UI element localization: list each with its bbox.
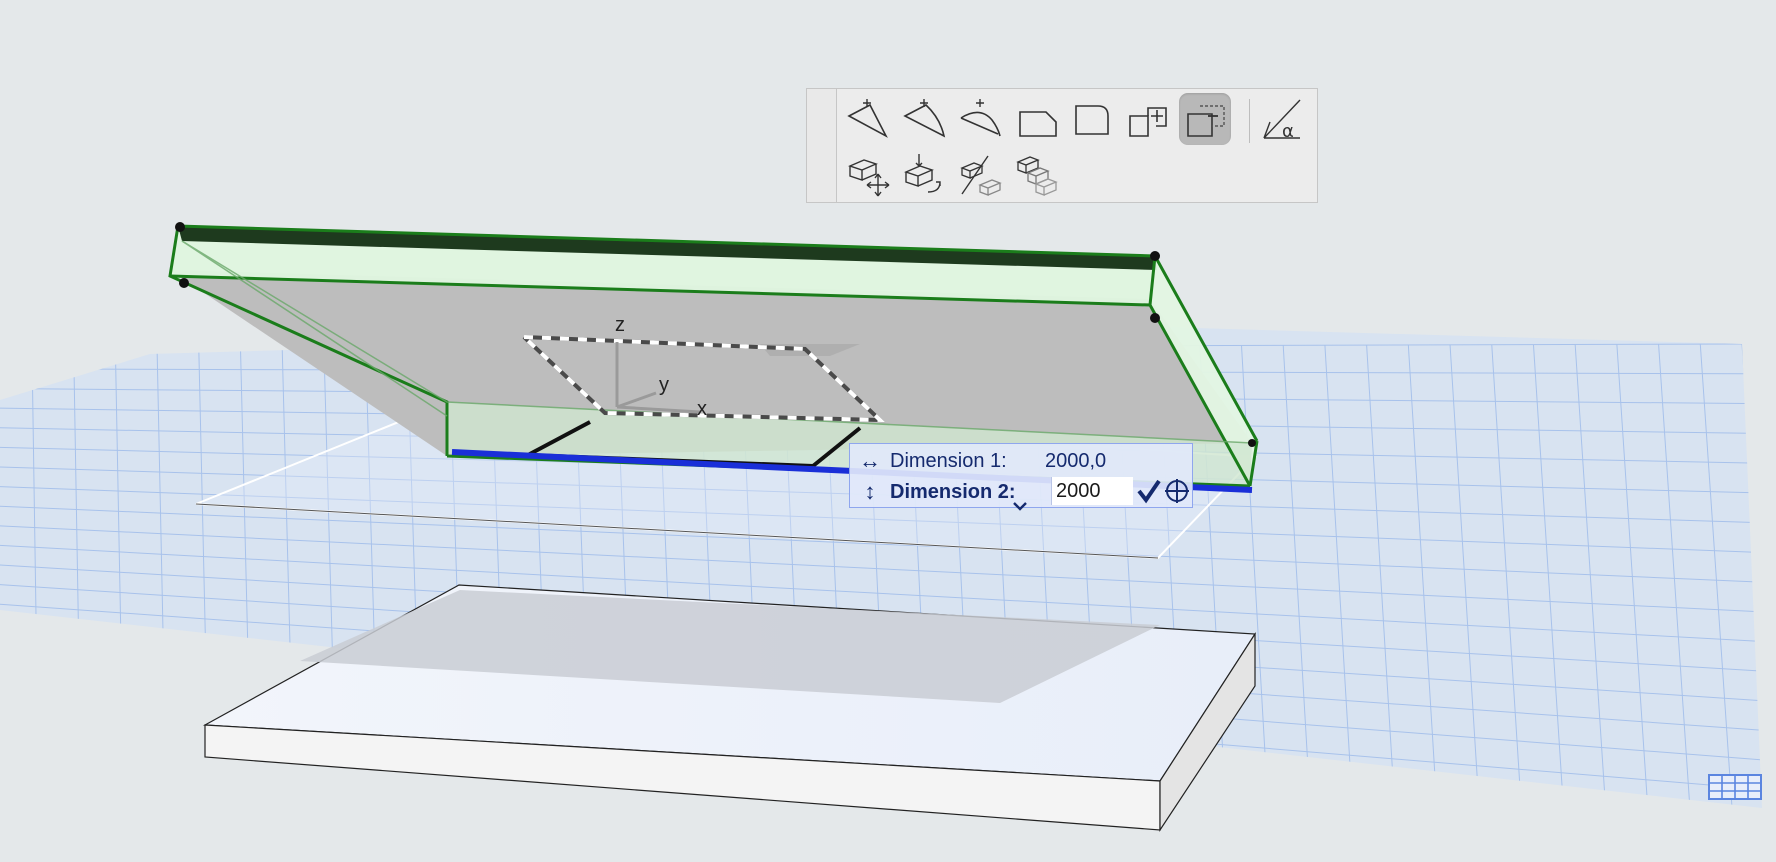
axis-label-x: x — [697, 398, 707, 420]
vertical-arrow-icon: ↕ — [864, 479, 876, 504]
dimension-1-row: ↔ Dimension 1: 2000,0 — [850, 446, 1106, 476]
pet-palette: α — [806, 88, 1318, 203]
axis-label-z: z — [615, 314, 625, 336]
add-to-polygon-icon[interactable] — [1123, 93, 1175, 145]
dimension-2-input[interactable] — [1051, 477, 1133, 505]
corner-chamfer-tool-icon[interactable] — [843, 93, 895, 145]
fillet-corner-tool-icon[interactable] — [1067, 93, 1119, 145]
subtract-from-polygon-icon[interactable] — [1179, 93, 1231, 145]
confirm-checkmark-icon[interactable] — [1136, 476, 1162, 506]
chevron-down-icon[interactable] — [1011, 500, 1029, 512]
corner-fillet-tool-icon[interactable] — [899, 93, 951, 145]
dimension-1-value: 2000,0 — [1045, 449, 1107, 472]
axis-label-y: y — [659, 374, 669, 396]
grid-display-icon[interactable] — [1708, 774, 1762, 800]
palette-separator — [1249, 99, 1250, 143]
horizontal-arrow-icon: ↔ — [859, 448, 881, 473]
chamfer-corner-tool-icon[interactable] — [1011, 93, 1063, 145]
rotate-element-icon[interactable] — [899, 149, 951, 201]
mirror-element-icon[interactable] — [955, 149, 1007, 201]
angle-tool-icon[interactable]: α — [1257, 93, 1309, 145]
move-element-icon[interactable] — [843, 149, 895, 201]
multiply-element-icon[interactable] — [1011, 149, 1063, 201]
dimension-tracker: ↔ Dimension 1: 2000,0 ↕ Dimension 2: — [849, 443, 1193, 511]
palette-drag-handle[interactable] — [807, 89, 837, 202]
dimension-1-label: Dimension 1: — [890, 449, 1007, 472]
curved-corner-tool-icon[interactable] — [955, 93, 1007, 145]
crosshair-icon[interactable] — [1163, 476, 1191, 506]
svg-text:α: α — [1282, 121, 1294, 142]
